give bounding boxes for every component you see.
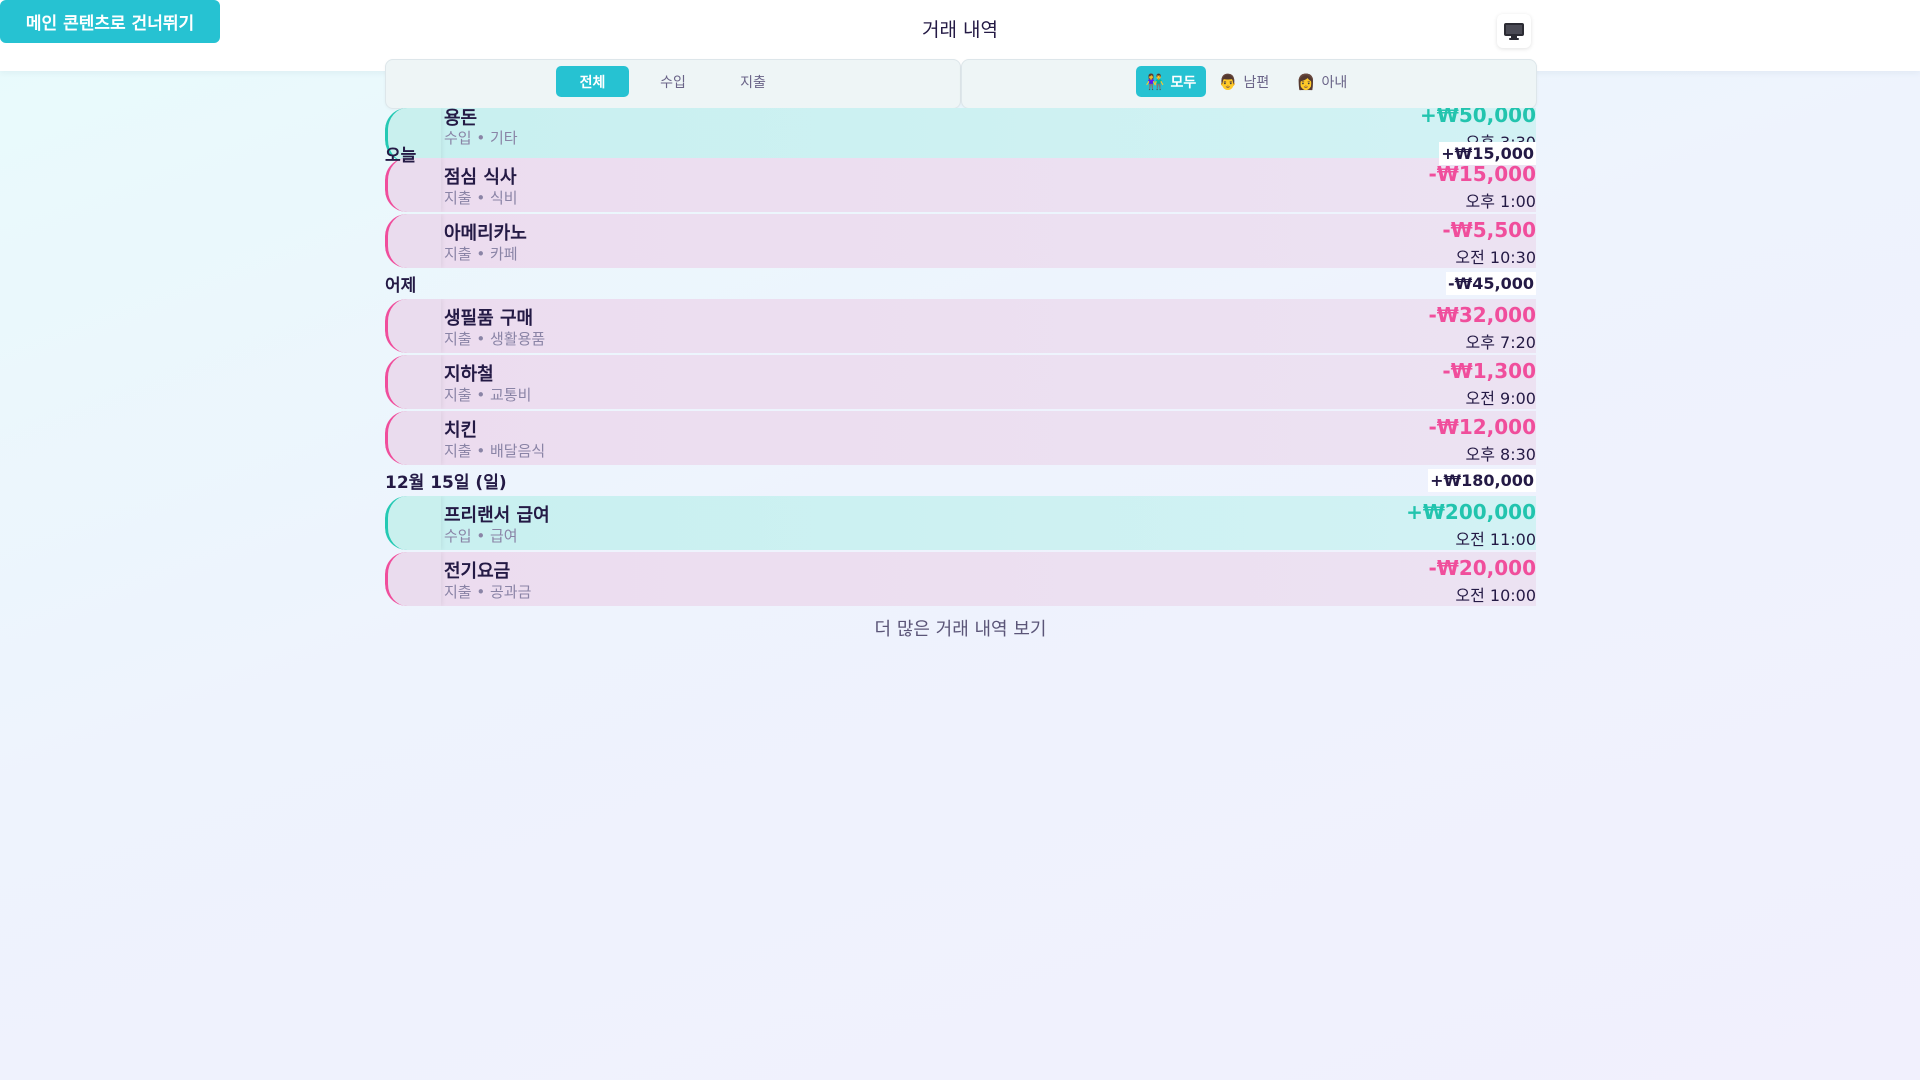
display-mode-button[interactable] [1497, 14, 1531, 48]
transaction-time: 오전 9:00 [1465, 389, 1536, 408]
category-badge [385, 411, 441, 465]
transaction-name: 프리랜서 급여 [444, 505, 550, 526]
person-filter: 👫 모두 👨 남편 👩 아내 [961, 59, 1537, 109]
filter-income-button[interactable]: 수입 [648, 66, 698, 97]
transaction-row[interactable]: 생필품 구매 지출 • 생활용품 -₩32,000 오후 7:20 [385, 299, 1536, 353]
transaction-category: 지출 • 생활용품 [444, 330, 546, 348]
transaction-name: 아메리카노 [444, 223, 527, 244]
transaction-time: 오후 8:30 [1465, 445, 1536, 464]
section-total: +₩180,000 [1428, 468, 1536, 492]
transaction-time: 오전 10:30 [1455, 248, 1536, 267]
transaction-amount: -₩12,000 [1428, 415, 1536, 439]
transaction-amount: -₩32,000 [1428, 303, 1536, 327]
section-total: +₩15,000 [1439, 141, 1536, 165]
transaction-amount: -₩5,500 [1442, 218, 1536, 242]
transaction-category: 지출 • 카페 [444, 245, 518, 263]
category-badge [385, 552, 441, 606]
transaction-time: 오전 11:00 [1455, 530, 1536, 549]
category-badge [385, 496, 441, 550]
transaction-category: 지출 • 식비 [444, 189, 518, 207]
section-header-dec-15: 12월 15일 (일) +₩180,000 [385, 466, 1536, 494]
transaction-time: 오전 10:00 [1455, 586, 1536, 605]
app-header: 거래 내역 [0, 0, 1920, 71]
section-total: -₩45,000 [1445, 271, 1536, 295]
transaction-name: 지하철 [444, 364, 494, 385]
section-date: 어제 [385, 275, 417, 296]
filter-all-button[interactable]: 전체 [556, 66, 629, 97]
couple-icon: 👫 [1145, 72, 1165, 91]
transaction-name: 전기요금 [444, 561, 511, 582]
person-wife-button[interactable]: 👩 아내 [1292, 66, 1352, 97]
transaction-time: 오후 1:00 [1465, 192, 1536, 211]
transaction-row[interactable]: 치킨 지출 • 배달음식 -₩12,000 오후 8:30 [385, 411, 1536, 465]
category-badge [385, 214, 441, 268]
section-date: 12월 15일 (일) [385, 472, 507, 493]
transaction-amount: +₩50,000 [1420, 108, 1536, 127]
transaction-amount: -₩20,000 [1428, 556, 1536, 580]
transaction-amount: -₩1,300 [1442, 359, 1536, 383]
transaction-name: 생필품 구매 [444, 308, 534, 329]
filter-expense-button[interactable]: 지출 [728, 66, 778, 97]
transaction-row[interactable]: 아메리카노 지출 • 카페 -₩5,500 오전 10:30 [385, 214, 1536, 268]
type-filter: 전체 수입 지출 [385, 59, 961, 109]
person-wife-label: 아내 [1321, 74, 1348, 91]
load-more-link[interactable]: 더 많은 거래 내역 보기 [385, 615, 1536, 641]
category-badge [385, 299, 441, 353]
person-all-button[interactable]: 👫 모두 [1136, 66, 1206, 97]
transaction-category: 지출 • 배달음식 [444, 442, 546, 460]
transaction-row[interactable]: 지하철 지출 • 교통비 -₩1,300 오전 9:00 [385, 355, 1536, 409]
section-date: 오늘 [385, 145, 417, 166]
section-header-yesterday: 어제 -₩45,000 [385, 269, 1536, 297]
transaction-row[interactable]: 프리랜서 급여 수입 • 급여 +₩200,000 오전 11:00 [385, 496, 1536, 550]
page-title: 거래 내역 [922, 19, 998, 41]
transaction-amount: +₩200,000 [1406, 500, 1536, 524]
section-header-today: 오늘 +₩15,000 [385, 139, 1536, 167]
skip-to-content-link[interactable]: 메인 콘텐츠로 건너뛰기 [0, 0, 220, 43]
transaction-category: 지출 • 공과금 [444, 583, 532, 601]
transaction-category: 지출 • 교통비 [444, 386, 532, 404]
person-husband-button[interactable]: 👨 남편 [1214, 66, 1274, 97]
transaction-name: 치킨 [444, 420, 478, 441]
man-icon: 👨 [1218, 72, 1238, 91]
woman-icon: 👩 [1296, 72, 1316, 91]
category-badge [385, 355, 441, 409]
monitor-icon [1504, 23, 1524, 40]
transaction-row[interactable]: 전기요금 지출 • 공과금 -₩20,000 오전 10:00 [385, 552, 1536, 606]
transaction-time: 오후 7:20 [1465, 333, 1536, 352]
transaction-category: 수입 • 급여 [444, 527, 518, 545]
person-husband-label: 남편 [1243, 74, 1270, 91]
person-all-label: 모두 [1170, 74, 1197, 91]
